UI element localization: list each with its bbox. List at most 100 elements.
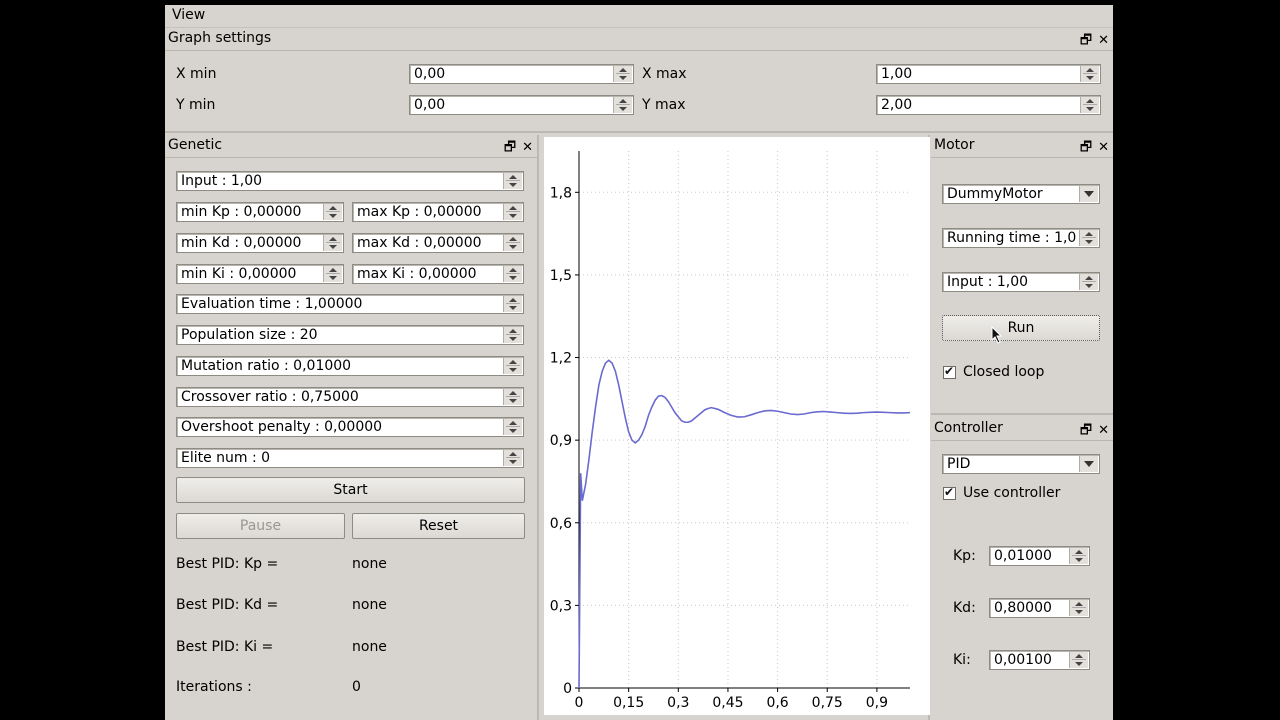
spin-arrows-icon[interactable] bbox=[323, 204, 342, 220]
genetic-input-spinbox[interactable]: Input : 1,00 bbox=[176, 171, 524, 191]
x-tick-label: 0,6 bbox=[766, 695, 788, 711]
evaluation-time-spinbox[interactable]: Evaluation time : 1,00000 bbox=[176, 294, 524, 314]
menu-bar: View bbox=[165, 5, 1113, 28]
run-button[interactable]: Run bbox=[942, 315, 1100, 341]
x-tick-label: 0,9 bbox=[866, 695, 888, 711]
x-tick-label: 0,45 bbox=[712, 695, 743, 711]
float-icon[interactable]: 🗗 bbox=[1080, 140, 1092, 155]
series-line bbox=[578, 359, 911, 689]
y-tick-label: 1,8 bbox=[550, 185, 572, 201]
mutation-ratio-spinbox[interactable]: Mutation ratio : 0,01000 bbox=[176, 356, 524, 376]
ymin-value: 0,00 bbox=[414, 97, 446, 113]
spin-arrows-icon[interactable] bbox=[503, 296, 522, 312]
min-kp-spinbox[interactable]: min Kp : 0,00000 bbox=[176, 202, 344, 222]
max-kp-spinbox[interactable]: max Kp : 0,00000 bbox=[352, 202, 524, 222]
running-time-spinbox[interactable]: Running time : 1,0 bbox=[942, 228, 1100, 248]
ki-spinbox[interactable]: 0,00100 bbox=[989, 650, 1090, 670]
divider bbox=[931, 440, 1113, 441]
spin-arrows-icon[interactable] bbox=[503, 389, 522, 405]
spin-arrows-icon[interactable] bbox=[503, 358, 522, 374]
population-size-value: Population size : 20 bbox=[181, 327, 318, 343]
close-icon[interactable]: ✕ bbox=[522, 140, 533, 155]
closed-loop-label: Closed loop bbox=[963, 364, 1045, 380]
genetic-titlebar: Genetic 🗗 ✕ bbox=[165, 135, 537, 157]
spin-arrows-icon[interactable] bbox=[503, 235, 522, 251]
use-controller-checkbox[interactable] bbox=[943, 485, 956, 500]
kd-value: 0,80000 bbox=[994, 600, 1052, 616]
xmin-spinbox[interactable]: 0,00 bbox=[409, 64, 634, 84]
motor-type-dropdown[interactable]: DummyMotor bbox=[942, 184, 1100, 204]
population-size-spinbox[interactable]: Population size : 20 bbox=[176, 325, 524, 345]
spin-arrows-icon[interactable] bbox=[613, 66, 632, 82]
divider bbox=[165, 50, 1113, 51]
chevron-down-icon[interactable] bbox=[1079, 456, 1098, 472]
chevron-down-icon[interactable] bbox=[1079, 186, 1098, 202]
y-tick-label: 1,2 bbox=[550, 351, 572, 367]
spin-arrows-icon[interactable] bbox=[1069, 548, 1088, 564]
kd-spinbox[interactable]: 0,80000 bbox=[989, 598, 1090, 618]
divider bbox=[931, 157, 1113, 158]
spin-arrows-icon[interactable] bbox=[503, 204, 522, 220]
response-plot[interactable]: 0 0,3 0,6 0,9 1,2 1,5 1,8 0 0,15 0,3 0,45 0,6 0,75 0,… bbox=[544, 137, 930, 715]
y-tick-label: 0,9 bbox=[550, 433, 572, 449]
splitter[interactable] bbox=[537, 135, 539, 720]
spin-arrows-icon[interactable] bbox=[323, 235, 342, 251]
genetic-input-value: Input : 1,00 bbox=[181, 173, 263, 189]
spin-arrows-icon[interactable] bbox=[503, 450, 522, 466]
spin-arrows-icon[interactable] bbox=[503, 327, 522, 343]
mutation-ratio-value: Mutation ratio : 0,01000 bbox=[181, 358, 352, 374]
spin-arrows-icon[interactable] bbox=[323, 266, 342, 282]
spin-arrows-icon[interactable] bbox=[1079, 230, 1098, 246]
xmin-value: 0,00 bbox=[414, 66, 446, 82]
closed-loop-checkbox[interactable] bbox=[943, 364, 956, 379]
pause-button[interactable]: Pause bbox=[176, 513, 345, 539]
crossover-ratio-value: Crossover ratio : 0,75000 bbox=[181, 389, 359, 405]
max-kd-spinbox[interactable]: max Kd : 0,00000 bbox=[352, 233, 524, 253]
spin-arrows-icon[interactable] bbox=[503, 419, 522, 435]
iterations-value: 0 bbox=[352, 679, 361, 695]
kp-value: 0,01000 bbox=[994, 548, 1052, 564]
x-tick-label: 0,15 bbox=[613, 695, 644, 711]
ymax-value: 2,00 bbox=[881, 97, 913, 113]
use-controller-label: Use controller bbox=[963, 485, 1061, 501]
spin-arrows-icon[interactable] bbox=[1069, 652, 1088, 668]
max-kp-value: max Kp : 0,00000 bbox=[357, 204, 482, 220]
best-kp-label: Best PID: Kp = bbox=[176, 556, 279, 572]
iterations-label: Iterations : bbox=[176, 679, 252, 695]
divider bbox=[931, 413, 1113, 415]
motor-title: Motor bbox=[934, 137, 975, 153]
max-ki-spinbox[interactable]: max Ki : 0,00000 bbox=[352, 264, 524, 284]
spin-arrows-icon[interactable] bbox=[1080, 97, 1099, 113]
best-kd-label: Best PID: Kd = bbox=[176, 597, 279, 613]
ki-value: 0,00100 bbox=[994, 652, 1052, 668]
spin-arrows-icon[interactable] bbox=[503, 266, 522, 282]
ymin-spinbox[interactable]: 0,00 bbox=[409, 95, 634, 115]
close-icon[interactable]: ✕ bbox=[1098, 423, 1109, 438]
min-kp-value: min Kp : 0,00000 bbox=[181, 204, 302, 220]
close-icon[interactable]: ✕ bbox=[1098, 140, 1109, 155]
float-icon[interactable]: 🗗 bbox=[1080, 33, 1092, 48]
motor-input-spinbox[interactable]: Input : 1,00 bbox=[942, 272, 1100, 292]
spin-arrows-icon[interactable] bbox=[613, 97, 632, 113]
float-icon[interactable]: 🗗 bbox=[1080, 423, 1092, 438]
spin-arrows-icon[interactable] bbox=[1080, 66, 1099, 82]
xmax-label: X max bbox=[642, 66, 687, 82]
kp-spinbox[interactable]: 0,01000 bbox=[989, 546, 1090, 566]
controller-type-dropdown[interactable]: PID bbox=[942, 454, 1100, 474]
reset-button[interactable]: Reset bbox=[352, 513, 525, 539]
overshoot-penalty-value: Overshoot penalty : 0,00000 bbox=[181, 419, 383, 435]
min-ki-spinbox[interactable]: min Ki : 0,00000 bbox=[176, 264, 344, 284]
xmax-spinbox[interactable]: 1,00 bbox=[876, 64, 1101, 84]
close-icon[interactable]: ✕ bbox=[1098, 33, 1109, 48]
spin-arrows-icon[interactable] bbox=[503, 173, 522, 189]
menu-view[interactable]: View bbox=[172, 7, 205, 23]
crossover-ratio-spinbox[interactable]: Crossover ratio : 0,75000 bbox=[176, 387, 524, 407]
overshoot-penalty-spinbox[interactable]: Overshoot penalty : 0,00000 bbox=[176, 417, 524, 437]
ymax-spinbox[interactable]: 2,00 bbox=[876, 95, 1101, 115]
spin-arrows-icon[interactable] bbox=[1079, 274, 1098, 290]
elite-num-spinbox[interactable]: Elite num : 0 bbox=[176, 448, 524, 468]
spin-arrows-icon[interactable] bbox=[1069, 600, 1088, 616]
start-button[interactable]: Start bbox=[176, 477, 525, 503]
float-icon[interactable]: 🗗 bbox=[504, 140, 516, 155]
min-kd-spinbox[interactable]: min Kd : 0,00000 bbox=[176, 233, 344, 253]
